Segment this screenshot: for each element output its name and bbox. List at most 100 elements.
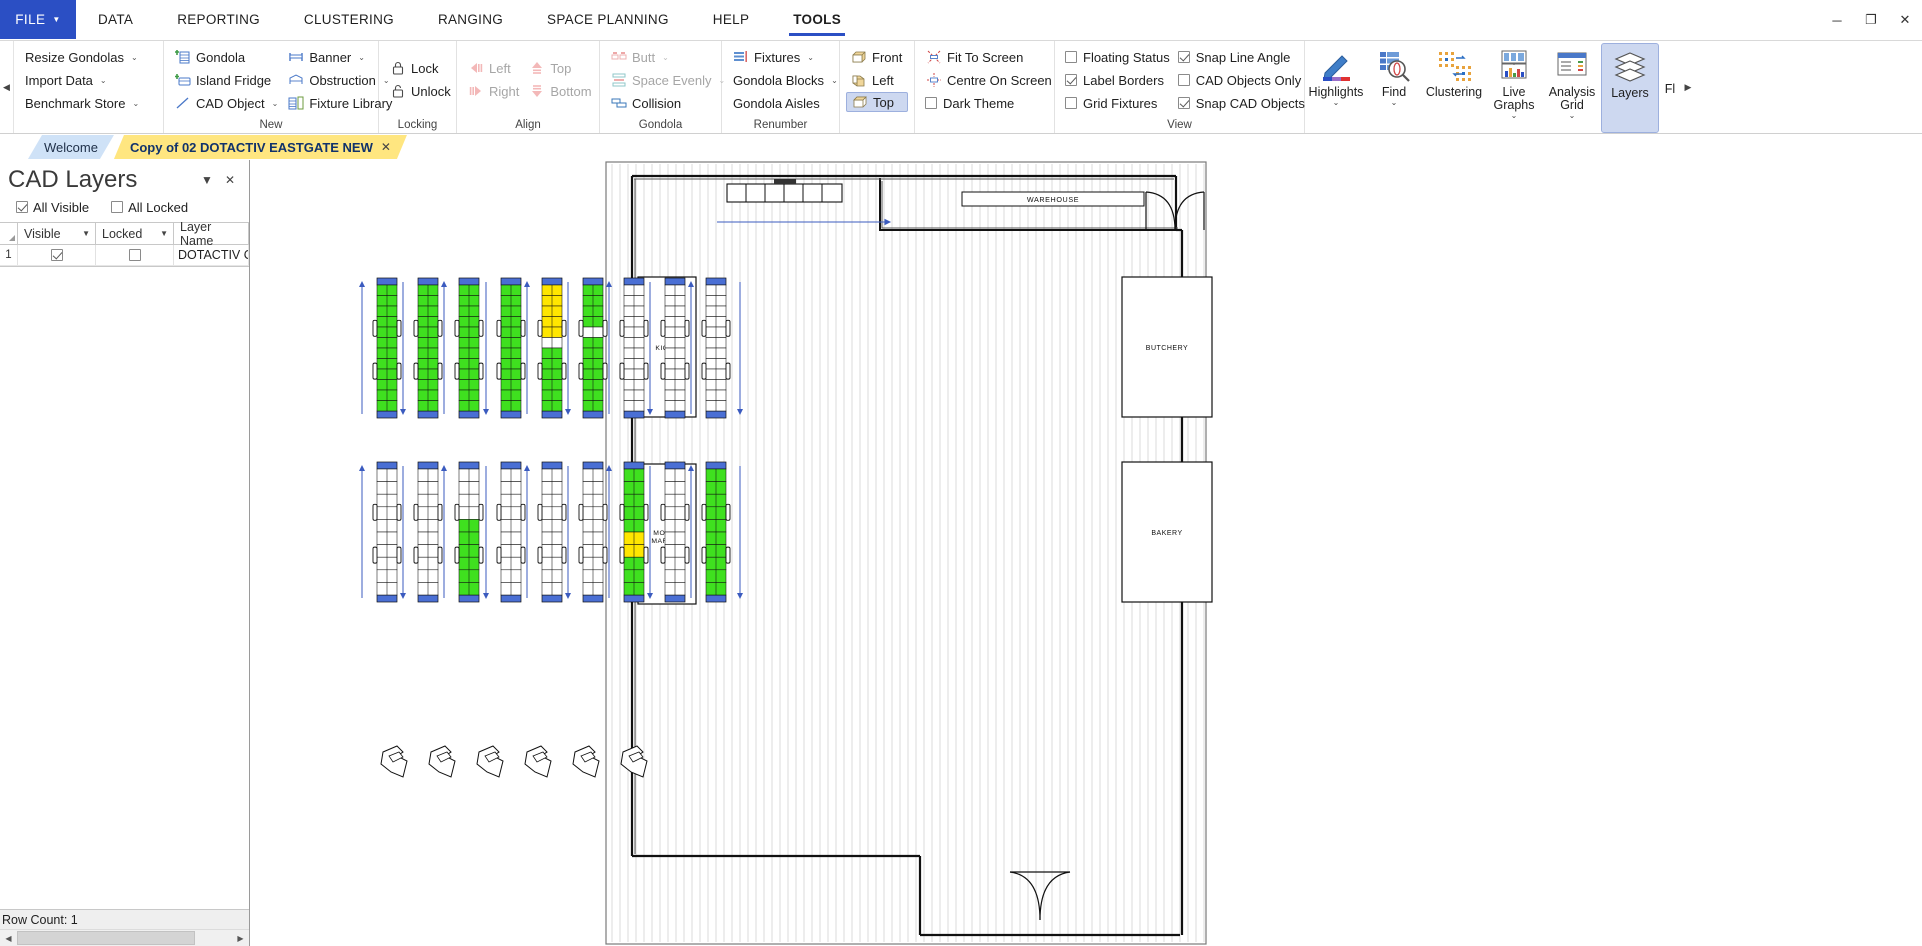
side-fixture[interactable]: [602, 503, 608, 521]
side-fixture[interactable]: [619, 362, 625, 380]
side-fixture[interactable]: [561, 503, 567, 521]
menu-tab-reporting[interactable]: REPORTING: [155, 0, 282, 39]
row-visible-checkbox[interactable]: [18, 245, 96, 265]
side-fixture[interactable]: [561, 362, 567, 380]
till-station-1[interactable]: [380, 745, 408, 778]
side-fixture[interactable]: [725, 319, 731, 337]
side-fixture[interactable]: [437, 503, 443, 521]
gondola-10[interactable]: [372, 461, 402, 603]
clustering-button[interactable]: Clustering: [1423, 43, 1485, 133]
centre-on-screen-button[interactable]: Centre On Screen: [921, 69, 1052, 91]
label-borders-checkbox[interactable]: Label Borders: [1061, 69, 1174, 91]
side-fixture[interactable]: [520, 546, 526, 564]
side-fixture[interactable]: [643, 503, 649, 521]
document-tab-welcome[interactable]: Welcome: [28, 135, 114, 159]
import-data-button[interactable]: Import Data ⌄: [20, 69, 157, 91]
all-locked-checkbox[interactable]: All Locked: [111, 198, 188, 216]
side-fixture[interactable]: [684, 319, 690, 337]
side-fixture[interactable]: [396, 546, 402, 564]
side-fixture[interactable]: [496, 362, 502, 380]
column-header-locked[interactable]: Locked ▼: [96, 223, 174, 244]
side-fixture[interactable]: [437, 546, 443, 564]
cad-objects-only-checkbox[interactable]: CAD Objects Only: [1174, 69, 1309, 91]
side-fixture[interactable]: [602, 319, 608, 337]
renumber-gondola-aisles-button[interactable]: Gondola Aisles: [728, 92, 833, 114]
scroll-right-button[interactable]: ▶: [232, 930, 249, 946]
till-station-3[interactable]: [476, 745, 504, 778]
gondola-7[interactable]: [619, 277, 649, 419]
lock-button[interactable]: Lock: [385, 57, 450, 79]
column-header-visible[interactable]: Visible ▼: [18, 223, 96, 244]
side-fixture[interactable]: [537, 503, 543, 521]
close-button[interactable]: ✕: [1888, 0, 1922, 40]
side-fixture[interactable]: [413, 546, 419, 564]
gondola-1[interactable]: [372, 277, 402, 419]
side-fixture[interactable]: [660, 362, 666, 380]
side-fixture[interactable]: [396, 319, 402, 337]
side-fixture[interactable]: [725, 503, 731, 521]
side-fixture[interactable]: [725, 362, 731, 380]
side-fixture[interactable]: [437, 362, 443, 380]
side-fixture[interactable]: [684, 546, 690, 564]
scroll-thumb[interactable]: [17, 931, 195, 945]
side-fixture[interactable]: [413, 319, 419, 337]
close-icon[interactable]: ✕: [381, 140, 391, 154]
analysis-grid-button[interactable]: Analysis Grid ⌄: [1543, 43, 1601, 133]
new-gondola-button[interactable]: Gondola: [170, 46, 283, 68]
menu-tab-tools[interactable]: TOOLS: [771, 0, 863, 39]
menu-tab-help[interactable]: HELP: [691, 0, 771, 39]
side-fixture[interactable]: [496, 503, 502, 521]
layers-button[interactable]: Layers: [1601, 43, 1659, 133]
benchmark-store-button[interactable]: Benchmark Store ⌄: [20, 92, 157, 114]
document-tab-current[interactable]: Copy of 02 DOTACTIV EASTGATE NEW ✕: [114, 135, 407, 159]
gondola-5[interactable]: [537, 277, 567, 419]
panel-close-button[interactable]: ✕: [219, 173, 241, 187]
side-fixture[interactable]: [413, 362, 419, 380]
gondola-13[interactable]: [496, 461, 526, 603]
grid-select-all-corner[interactable]: [0, 223, 18, 244]
gondola-2[interactable]: [413, 277, 443, 419]
side-fixture[interactable]: [701, 503, 707, 521]
side-fixture[interactable]: [660, 503, 666, 521]
collision-button[interactable]: Collision: [606, 92, 715, 114]
side-fixture[interactable]: [701, 546, 707, 564]
side-fixture[interactable]: [725, 546, 731, 564]
side-fixture[interactable]: [520, 319, 526, 337]
menu-tab-data[interactable]: DATA: [76, 0, 155, 39]
minimize-button[interactable]: ─: [1820, 0, 1854, 40]
new-island-fridge-button[interactable]: Island Fridge: [170, 69, 283, 91]
file-menu-button[interactable]: FILE ▼: [0, 0, 76, 39]
side-fixture[interactable]: [643, 546, 649, 564]
dark-theme-checkbox[interactable]: Dark Theme: [921, 92, 1048, 114]
canvas-vertical-scrollbar[interactable]: [1912, 160, 1922, 946]
till-station-4[interactable]: [524, 745, 552, 778]
side-fixture[interactable]: [478, 319, 484, 337]
menu-tab-clustering[interactable]: CLUSTERING: [282, 0, 416, 39]
gondola-11[interactable]: [413, 461, 443, 603]
find-button[interactable]: Find ⌄: [1365, 43, 1423, 133]
gondola-4[interactable]: [496, 277, 526, 419]
butt-button[interactable]: Butt ⌄: [606, 46, 715, 68]
align-left-button[interactable]: Left: [463, 57, 524, 79]
floating-status-checkbox[interactable]: Floating Status: [1061, 46, 1174, 68]
snap-line-angle-checkbox[interactable]: Snap Line Angle: [1174, 46, 1309, 68]
side-fixture[interactable]: [454, 546, 460, 564]
side-fixture[interactable]: [413, 503, 419, 521]
scroll-left-button[interactable]: ◀: [0, 930, 17, 946]
gondola-15[interactable]: [578, 461, 608, 603]
side-fixture[interactable]: [454, 319, 460, 337]
floorplan-canvas[interactable]: WAREHOUSE KIOSK MONEY MARKET: [250, 160, 1922, 946]
gondola-17[interactable]: [660, 461, 690, 603]
side-fixture[interactable]: [537, 546, 543, 564]
row-locked-checkbox[interactable]: [96, 245, 174, 265]
live-graphs-button[interactable]: Live Graphs ⌄: [1485, 43, 1543, 133]
menu-tab-ranging[interactable]: RANGING: [416, 0, 525, 39]
align-bottom-button[interactable]: Bottom: [524, 80, 596, 102]
gondola-18[interactable]: [701, 461, 731, 603]
side-fixture[interactable]: [701, 362, 707, 380]
side-fixture[interactable]: [396, 362, 402, 380]
side-fixture[interactable]: [478, 503, 484, 521]
side-fixture[interactable]: [660, 546, 666, 564]
gondola-8[interactable]: [660, 277, 690, 419]
filter-chevron-down-icon[interactable]: ▼: [82, 229, 90, 238]
